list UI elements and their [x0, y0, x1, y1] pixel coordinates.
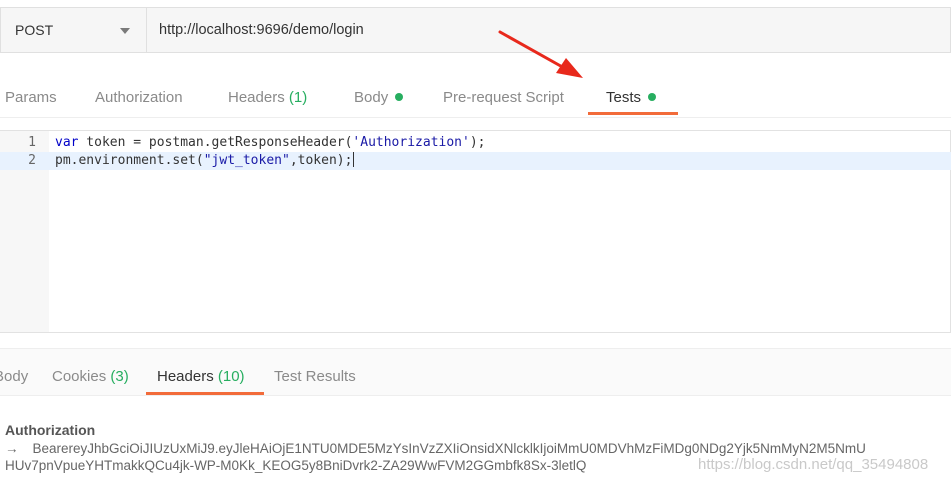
- tab-body[interactable]: Body: [354, 89, 404, 106]
- tab-response-headers[interactable]: Headers (10): [157, 368, 245, 385]
- status-dot-icon: [395, 93, 404, 101]
- code-token: ,token);: [289, 153, 353, 168]
- header-value-line: BearereyJhbGciOiJIUzUxMiJ9.eyJleHAiOjE1N…: [32, 441, 866, 456]
- active-tab-indicator: [588, 112, 678, 115]
- request-tabs: Params Authorization Headers (1) Body Pr…: [0, 68, 951, 118]
- code-token: pm.environment.set(: [55, 153, 204, 168]
- text-cursor: [353, 152, 355, 167]
- tab-headers-count: (1): [288, 89, 308, 106]
- active-tab-indicator: [146, 392, 264, 395]
- tab-authorization[interactable]: Authorization: [95, 89, 183, 106]
- code-token: token = postman.getResponseHeader(: [78, 135, 353, 150]
- tab-body-label: Body: [354, 89, 389, 106]
- code-line[interactable]: 1 var token = postman.getResponseHeader(…: [0, 134, 951, 152]
- method-label: POST: [15, 22, 54, 38]
- method-select[interactable]: POST: [0, 7, 146, 53]
- tab-response-headers-label: Headers: [157, 368, 214, 385]
- tab-tests[interactable]: Tests: [606, 89, 657, 106]
- tab-response-test-results-label: Test Results: [274, 368, 356, 385]
- tab-response-body[interactable]: Body: [0, 368, 28, 385]
- status-dot-icon: [648, 93, 657, 101]
- code-text: pm.environment.set("jwt_token",token);: [55, 152, 355, 170]
- code-string: 'Authorization': [352, 135, 470, 150]
- url-input[interactable]: http://localhost:9696/demo/login: [146, 7, 951, 53]
- tab-response-test-results[interactable]: Test Results: [274, 368, 356, 385]
- url-value: http://localhost:9696/demo/login: [159, 22, 364, 38]
- request-url-bar: POST http://localhost:9696/demo/login: [0, 7, 951, 53]
- tab-headers-label: Headers: [228, 89, 285, 106]
- response-tabs: Body Cookies (3) Headers (10) Test Resul…: [0, 348, 951, 396]
- chevron-down-icon[interactable]: [120, 28, 130, 34]
- tab-response-cookies-label: Cookies: [52, 368, 107, 385]
- tab-tests-label: Tests: [606, 89, 642, 106]
- line-number: 1: [28, 135, 36, 150]
- tests-code-editor[interactable]: 1 var token = postman.getResponseHeader(…: [0, 130, 951, 333]
- arrow-right-icon: →: [5, 441, 19, 456]
- tab-headers[interactable]: Headers (1): [228, 89, 307, 106]
- code-line[interactable]: 2 pm.environment.set("jwt_token",token);: [0, 152, 951, 170]
- tab-authorization-label: Authorization: [95, 89, 183, 106]
- tab-response-headers-count: (10): [217, 368, 245, 385]
- tab-response-body-label: Body: [0, 368, 29, 385]
- tab-pre-request-script-label: Pre-request Script: [443, 89, 564, 106]
- header-value: → BearereyJhbGciOiJIUzUxMiJ9.eyJleHAiOjE1…: [5, 440, 951, 457]
- line-number: 2: [28, 153, 36, 168]
- code-text: var token = postman.getResponseHeader('A…: [55, 134, 485, 152]
- tab-pre-request-script[interactable]: Pre-request Script: [443, 89, 564, 106]
- tab-response-cookies[interactable]: Cookies (3): [52, 368, 129, 385]
- tab-params-label: Params: [5, 89, 57, 106]
- code-token: );: [469, 135, 486, 150]
- code-string: "jwt_token": [203, 153, 290, 168]
- tab-params[interactable]: Params: [5, 89, 57, 106]
- code-keyword: var: [55, 135, 79, 150]
- watermark: https://blog.csdn.net/qq_35494808: [698, 456, 929, 473]
- header-name: Authorization: [5, 422, 96, 438]
- tab-response-cookies-count: (3): [110, 368, 129, 385]
